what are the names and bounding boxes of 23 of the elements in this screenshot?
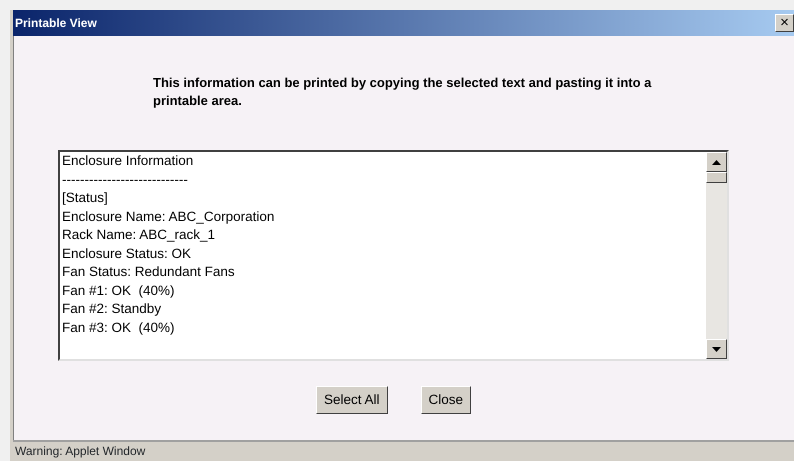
text-line: Fan #1: OK (40%) bbox=[62, 282, 175, 300]
window-title: Printable View bbox=[15, 15, 97, 32]
up-arrow-icon bbox=[712, 160, 721, 164]
text-line: Fan #2: Standby bbox=[62, 300, 162, 318]
close-button[interactable]: × bbox=[775, 14, 794, 32]
scroll-thumb[interactable] bbox=[706, 172, 727, 183]
text-line: Enclosure Name: ABC_Corporation bbox=[62, 208, 274, 226]
down-arrow-icon bbox=[712, 346, 721, 352]
text-line: [Status] bbox=[62, 189, 108, 207]
scroll-down-button[interactable] bbox=[706, 339, 727, 359]
text-line: Enclosure Information bbox=[62, 152, 194, 170]
text-line: ---------------------------- bbox=[62, 170, 188, 188]
scrollbar[interactable] bbox=[706, 152, 727, 359]
scroll-up-button[interactable] bbox=[706, 152, 727, 172]
dialog-button[interactable]: Select All bbox=[316, 386, 388, 414]
text-area[interactable] bbox=[58, 150, 729, 361]
text-line: Enclosure Status: OK bbox=[62, 244, 192, 262]
text-line: Rack Name: ABC_rack_1 bbox=[62, 226, 216, 244]
dialog-button[interactable]: Close bbox=[420, 386, 472, 414]
status-bar: Warning: Applet Window bbox=[13, 440, 794, 461]
text-line: Fan #3: OK (40%) bbox=[62, 318, 175, 337]
text-line: Fan Status: Redundant Fans bbox=[62, 263, 235, 281]
instruction-text: This information can be printed by copying the selected text and pasting it into a printable area. bbox=[153, 74, 652, 110]
